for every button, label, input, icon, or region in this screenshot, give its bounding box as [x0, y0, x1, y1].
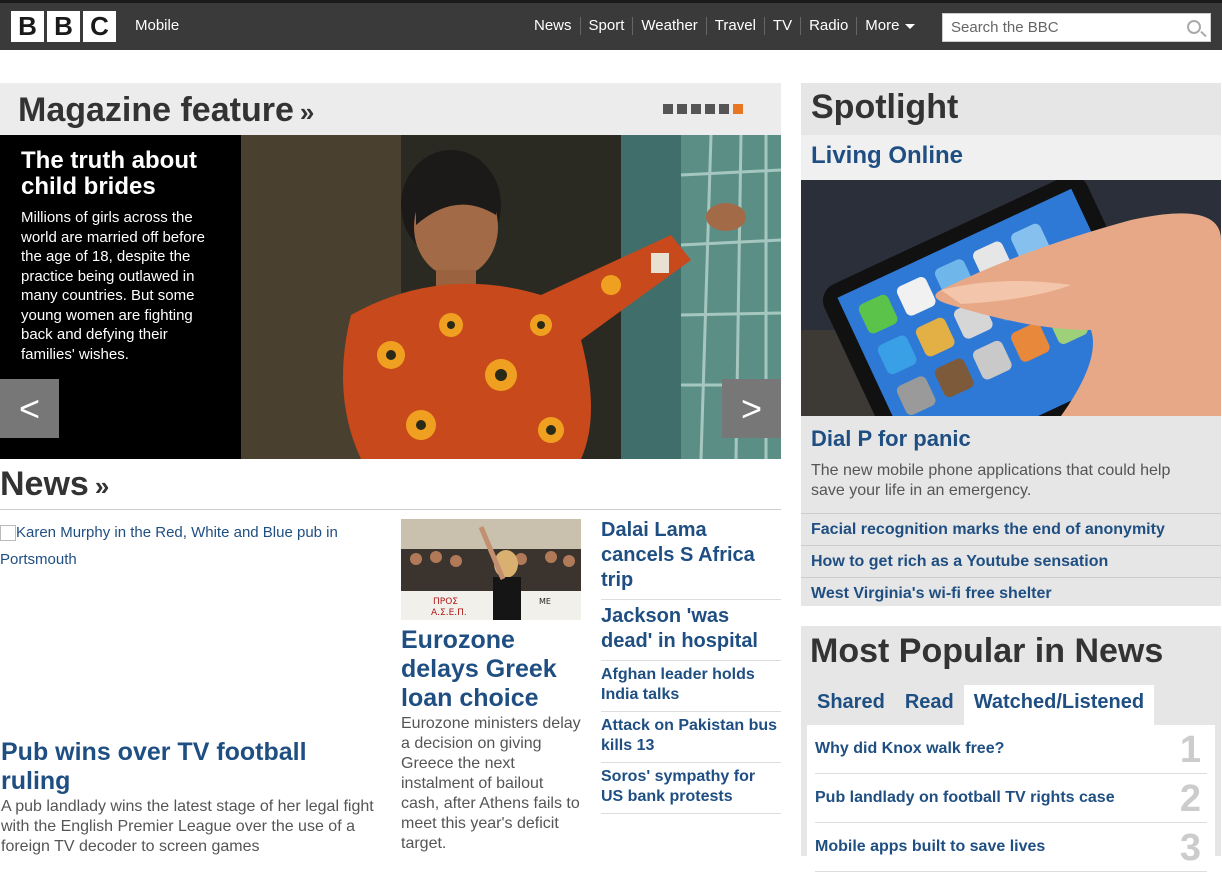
caret-down-icon: [905, 23, 916, 29]
search-icon[interactable]: [1187, 20, 1201, 34]
magazine-title-text: Magazine feature: [18, 91, 294, 129]
spotlight-link[interactable]: Facial recognition marks the end of anon…: [801, 513, 1221, 545]
second-story-summary: Eurozone ministers delay a decision on g…: [401, 715, 581, 852]
spotlight-headline[interactable]: Dial P for panic: [811, 426, 971, 452]
carousel-dot[interactable]: [663, 104, 673, 114]
carousel-dot[interactable]: [705, 104, 715, 114]
popular-rank: 2: [1179, 778, 1201, 820]
popular-item[interactable]: Pub landlady on football TV rights case 2: [815, 774, 1207, 823]
nav-sport[interactable]: Sport: [579, 17, 633, 35]
news-title-text: News: [0, 465, 89, 503]
magazine-title[interactable]: Magazine feature»: [18, 91, 314, 130]
chevron-right-icon: »: [94, 471, 110, 501]
chevron-right-icon: »: [299, 97, 315, 127]
spotlight-link[interactable]: West Virginia's wi-fi free shelter: [801, 577, 1221, 609]
popular-item[interactable]: Why did Knox walk free? 1: [815, 725, 1207, 774]
spotlight-links: Facial recognition marks the end of anon…: [801, 513, 1221, 609]
carousel-dots: [663, 104, 743, 114]
broken-image-icon: [0, 525, 16, 542]
smartphone-image[interactable]: [801, 180, 1221, 416]
nav-weather[interactable]: Weather: [632, 17, 705, 35]
side-story-link[interactable]: Jackson 'was dead' in hospital: [601, 600, 781, 661]
popular-rank: 1: [1179, 729, 1201, 771]
top-bar: B B C Mobile News Sport Weather Travel T…: [0, 0, 1222, 50]
side-stories-list: Dalai Lama cancels S Africa trip Jackson …: [601, 514, 781, 814]
divider: [0, 509, 781, 510]
popular-rank: 3: [1179, 827, 1201, 869]
lead-image-alt-text: Karen Murphy in the Red, White and Blue …: [0, 524, 338, 568]
search-input[interactable]: [943, 14, 1173, 41]
most-popular-tabs: Shared Read Watched/Listened: [807, 685, 1155, 725]
carousel-prev-button[interactable]: <: [0, 379, 59, 438]
lead-story-summary: A pub landlady wins the latest stage of …: [1, 798, 374, 855]
nav-tv[interactable]: TV: [763, 17, 800, 35]
logo-letter: B: [47, 11, 80, 42]
spotlight-panel: Spotlight Living Online Dial P for panic…: [801, 83, 1221, 606]
bbc-logo[interactable]: B B C: [11, 11, 116, 42]
svg-text:ΠΡΟΣ: ΠΡΟΣ: [433, 597, 458, 607]
spotlight-link[interactable]: How to get rich as a Youtube sensation: [801, 545, 1221, 577]
logo-letter: C: [83, 11, 116, 42]
side-story-link[interactable]: Attack on Pakistan bus kills 13: [601, 712, 781, 763]
search-box: [942, 13, 1211, 42]
nav-more[interactable]: More: [856, 17, 923, 35]
second-story-headline[interactable]: Eurozone delays Greek loan choice: [401, 626, 583, 713]
lead-image-broken[interactable]: Karen Murphy in the Red, White and Blue …: [0, 519, 380, 573]
nav-travel[interactable]: Travel: [705, 17, 764, 35]
nav-more-label: More: [865, 17, 900, 34]
svg-text:Α.Σ.Ε.Π.: Α.Σ.Ε.Π.: [431, 608, 467, 618]
eurozone-protest-image[interactable]: ΠΡΟΣ Α.Σ.Ε.Π. ΜΕ: [401, 519, 581, 620]
tab-read[interactable]: Read: [895, 685, 964, 725]
lead-story-headline[interactable]: Pub wins over TV football ruling: [1, 738, 381, 796]
carousel-dot[interactable]: [719, 104, 729, 114]
most-popular-title: Most Popular in News: [810, 632, 1164, 670]
popular-item-title: Mobile apps built to save lives: [815, 838, 1046, 855]
tab-watched-listened[interactable]: Watched/Listened: [963, 685, 1155, 725]
magazine-image-child-bride[interactable]: [241, 135, 781, 459]
magazine-headline[interactable]: The truth about child brides: [21, 148, 220, 200]
carousel-dot[interactable]: [677, 104, 687, 114]
side-story-link[interactable]: Soros' sympathy for US bank protests: [601, 763, 781, 814]
news-section-title[interactable]: News»: [0, 465, 109, 504]
magazine-summary: Millions of girls across the world are m…: [21, 209, 205, 363]
svg-text:ΜΕ: ΜΕ: [539, 597, 551, 606]
magazine-header: Magazine feature»: [0, 83, 781, 135]
tab-shared[interactable]: Shared: [807, 685, 895, 725]
magazine-carousel: The truth about child brides Millions of…: [0, 135, 781, 459]
carousel-dot[interactable]: [733, 104, 743, 114]
popular-item[interactable]: Mobile apps built to save lives 3: [815, 823, 1207, 872]
popular-item-title: Why did Knox walk free?: [815, 740, 1005, 757]
carousel-next-button[interactable]: >: [722, 379, 781, 438]
spotlight-subtitle[interactable]: Living Online: [801, 135, 1221, 180]
spotlight-title: Spotlight: [811, 88, 959, 126]
site-label-mobile[interactable]: Mobile: [135, 17, 179, 34]
side-story-link[interactable]: Afghan leader holds India talks: [601, 661, 781, 712]
most-popular-panel: Most Popular in News Shared Read Watched/L…: [801, 626, 1221, 872]
popular-item-title: Pub landlady on football TV rights case: [815, 789, 1115, 806]
nav-news[interactable]: News: [526, 17, 580, 35]
carousel-dot[interactable]: [691, 104, 701, 114]
nav-radio[interactable]: Radio: [800, 17, 856, 35]
side-story-link[interactable]: Dalai Lama cancels S Africa trip: [601, 514, 781, 600]
main-nav: News Sport Weather Travel TV Radio More: [526, 17, 923, 35]
logo-letter: B: [11, 11, 44, 42]
spotlight-summary: The new mobile phone applications that c…: [811, 462, 1171, 499]
